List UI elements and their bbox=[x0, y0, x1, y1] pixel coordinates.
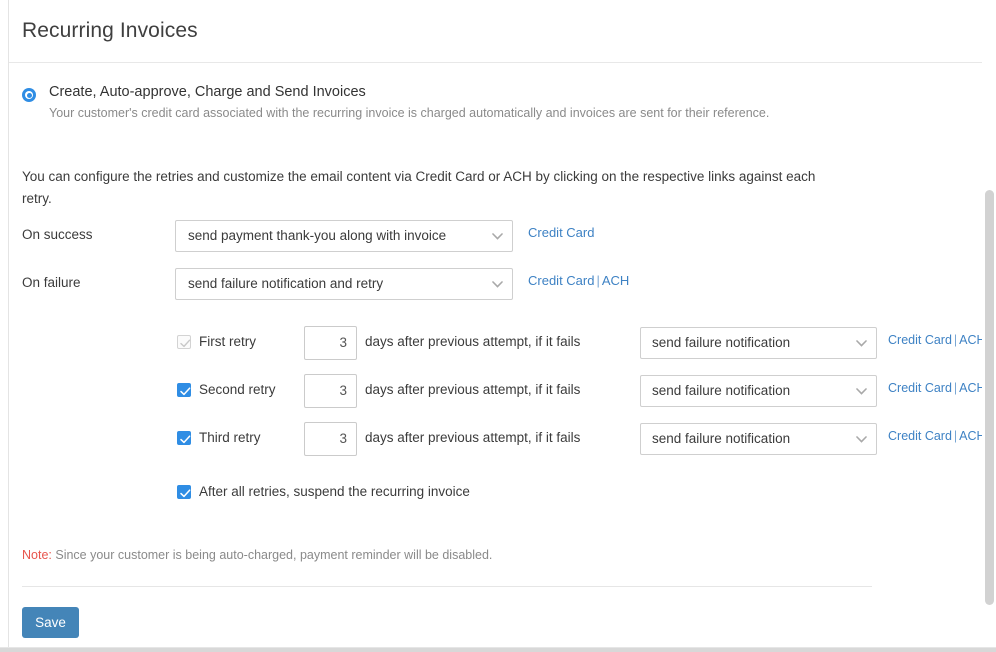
page-title: Recurring Invoices bbox=[22, 19, 198, 42]
first-retry-action-select[interactable]: send failure notification bbox=[640, 327, 877, 359]
on-success-select-value: send payment thank-you along with invoic… bbox=[188, 228, 447, 243]
on-success-links: Credit Card bbox=[528, 225, 594, 240]
third-retry-checkbox[interactable] bbox=[177, 431, 191, 445]
chevron-down-icon bbox=[856, 340, 867, 347]
third-retry-days-suffix: days after previous attempt, if it fails bbox=[365, 430, 581, 445]
third-retry-action-select[interactable]: send failure notification bbox=[640, 423, 877, 455]
scrollbar-thumb[interactable] bbox=[985, 190, 994, 605]
footer-divider bbox=[22, 586, 872, 587]
second-retry-checkbox[interactable] bbox=[177, 383, 191, 397]
link-credit-card[interactable]: Credit Card bbox=[528, 273, 594, 288]
third-retry-days-value: 3 bbox=[339, 431, 347, 446]
note-text: Note: Since your customer is being auto-… bbox=[22, 548, 492, 562]
page-header: Recurring Invoices bbox=[9, 0, 996, 63]
suspend-checkbox[interactable] bbox=[177, 485, 191, 499]
chevron-down-icon bbox=[856, 436, 867, 443]
chevron-down-icon bbox=[856, 388, 867, 395]
on-failure-links: Credit Card | ACH bbox=[528, 273, 629, 288]
second-retry-action-value: send failure notification bbox=[652, 383, 791, 398]
link-separator: | bbox=[596, 273, 600, 288]
link-credit-card[interactable]: Credit Card bbox=[888, 381, 952, 395]
radio-inner-dot bbox=[26, 92, 32, 98]
third-retry-links: Credit Card | ACH bbox=[888, 429, 986, 443]
link-credit-card[interactable]: Credit Card bbox=[528, 225, 594, 240]
chevron-down-icon bbox=[492, 281, 503, 288]
second-retry-label: Second retry bbox=[199, 382, 276, 397]
first-retry-days-input[interactable]: 3 bbox=[304, 326, 357, 360]
settings-content: Create, Auto-approve, Charge and Send In… bbox=[9, 64, 987, 648]
page-bottom-edge bbox=[0, 648, 996, 652]
on-failure-select-value: send failure notification and retry bbox=[188, 276, 384, 291]
note-body: Since your customer is being auto-charge… bbox=[51, 548, 493, 562]
save-button[interactable]: Save bbox=[22, 607, 79, 638]
second-retry-days-suffix: days after previous attempt, if it fails bbox=[365, 382, 581, 397]
note-label: Note: bbox=[22, 548, 52, 562]
first-retry-links: Credit Card | ACH bbox=[888, 333, 986, 347]
second-retry-action-select[interactable]: send failure notification bbox=[640, 375, 877, 407]
link-ach[interactable]: ACH bbox=[602, 273, 629, 288]
second-retry-days-input[interactable]: 3 bbox=[304, 374, 357, 408]
on-success-select[interactable]: send payment thank-you along with invoic… bbox=[175, 220, 513, 252]
first-retry-checkbox bbox=[177, 335, 191, 349]
second-retry-links: Credit Card | ACH bbox=[888, 381, 986, 395]
on-success-label: On success bbox=[22, 227, 93, 242]
intro-text: You can configure the retries and custom… bbox=[22, 169, 816, 206]
first-retry-action-value: send failure notification bbox=[652, 335, 791, 350]
option-label: Create, Auto-approve, Charge and Send In… bbox=[49, 84, 366, 100]
link-credit-card[interactable]: Credit Card bbox=[888, 429, 952, 443]
vertical-scrollbar[interactable] bbox=[982, 0, 996, 648]
on-failure-label: On failure bbox=[22, 275, 81, 290]
option-description: Your customer's credit card associated w… bbox=[49, 106, 770, 120]
first-retry-days-value: 3 bbox=[339, 335, 347, 350]
first-retry-label: First retry bbox=[199, 334, 256, 349]
chevron-down-icon bbox=[492, 233, 503, 240]
link-credit-card[interactable]: Credit Card bbox=[888, 333, 952, 347]
third-retry-action-value: send failure notification bbox=[652, 431, 791, 446]
recurring-invoices-settings-page: Recurring Invoices Create, Auto-approve,… bbox=[0, 0, 996, 652]
second-retry-days-value: 3 bbox=[339, 383, 347, 398]
radio-selected-icon[interactable] bbox=[22, 88, 36, 102]
suspend-label: After all retries, suspend the recurring… bbox=[199, 484, 470, 499]
on-failure-select[interactable]: send failure notification and retry bbox=[175, 268, 513, 300]
first-retry-days-suffix: days after previous attempt, if it fails bbox=[365, 334, 581, 349]
third-retry-label: Third retry bbox=[199, 430, 261, 445]
third-retry-days-input[interactable]: 3 bbox=[304, 422, 357, 456]
